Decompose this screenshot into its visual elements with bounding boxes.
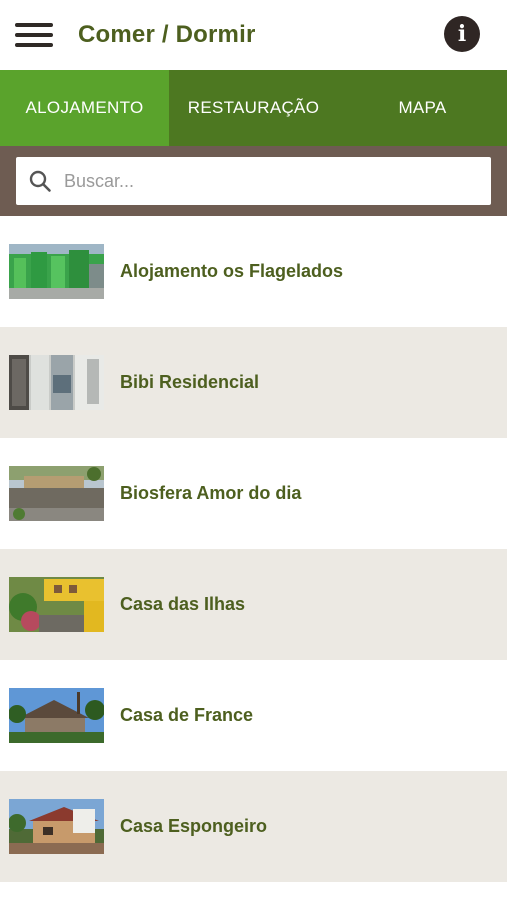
tab-restauracao[interactable]: RESTAURAÇÃO: [169, 70, 338, 146]
list-item[interactable]: Casa de France: [0, 660, 507, 771]
tab-bar: ALOJAMENTO RESTAURAÇÃO MAPA: [0, 70, 507, 146]
search-bar: [0, 146, 507, 216]
list-item-title: Alojamento os Flagelados: [120, 261, 344, 281]
search-icon: [29, 170, 51, 192]
list-item[interactable]: Alojamento os Flagelados: [0, 216, 507, 327]
list-item-title: Casa Espongeiro: [120, 816, 268, 836]
app-bar: Comer / Dormir i: [0, 0, 507, 70]
thumbnail-image: [9, 577, 104, 632]
list-item-title: Casa de France: [120, 705, 254, 725]
search-box[interactable]: [16, 157, 491, 205]
hamburger-menu-icon[interactable]: [15, 20, 53, 50]
thumbnail-image: [9, 799, 104, 854]
thumbnail-image: [9, 355, 104, 410]
info-icon[interactable]: i: [444, 16, 480, 52]
accommodation-list: Alojamento os Flagelados Bibi Residencia…: [0, 216, 507, 882]
thumbnail-image: [9, 688, 104, 743]
list-item[interactable]: Bibi Residencial: [0, 327, 507, 438]
list-item[interactable]: Casa Espongeiro: [0, 771, 507, 882]
thumbnail-image: [9, 244, 104, 299]
thumbnail-image: [9, 466, 104, 521]
list-item[interactable]: Casa das Ilhas: [0, 549, 507, 660]
list-item-title: Casa das Ilhas: [120, 594, 246, 614]
list-item-title: Bibi Residencial: [120, 372, 260, 392]
tab-alojamento[interactable]: ALOJAMENTO: [0, 70, 169, 146]
tab-mapa[interactable]: MAPA: [338, 70, 507, 146]
page-title: Comer / Dormir: [78, 21, 256, 48]
search-input[interactable]: [62, 169, 491, 193]
list-item[interactable]: Biosfera Amor do dia: [0, 438, 507, 549]
list-item-title: Biosfera Amor do dia: [120, 483, 302, 503]
